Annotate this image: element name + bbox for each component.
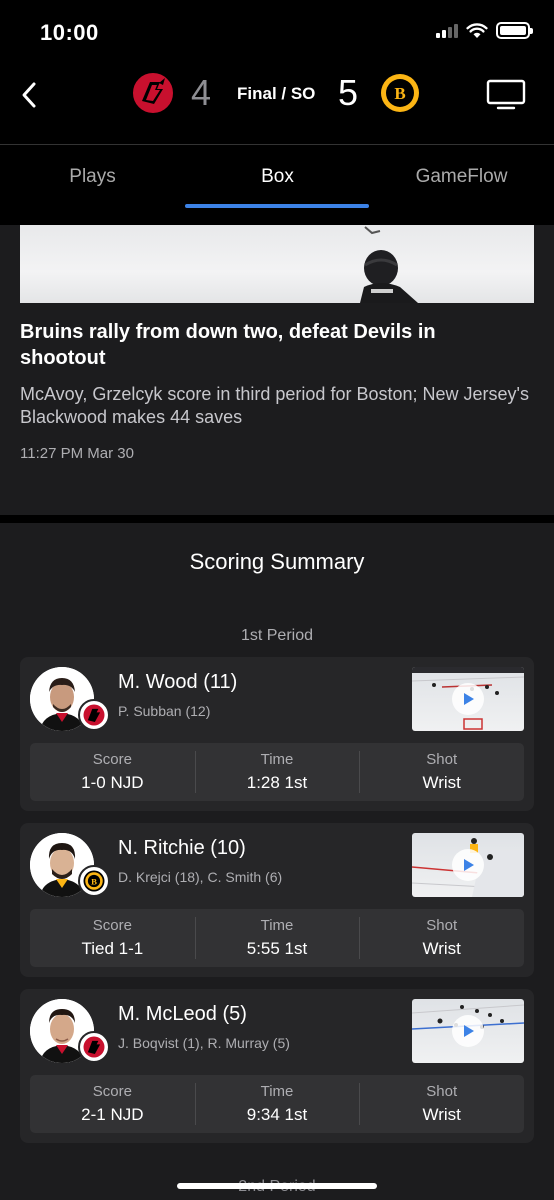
devils-badge-icon — [78, 699, 110, 731]
devils-logo[interactable] — [130, 70, 176, 116]
stat-label: Score — [92, 1083, 132, 1100]
home-indicator[interactable] — [177, 1183, 377, 1189]
battery-icon — [496, 22, 533, 39]
chevron-left-icon — [22, 82, 36, 108]
goal-card[interactable]: B N. Ritchie (10) D. Krejci (18), C. Smi… — [20, 823, 534, 977]
svg-text:B: B — [394, 84, 405, 103]
stat-label: Shot — [426, 917, 458, 934]
status-bar: 10:00 — [0, 0, 554, 64]
stat-score: Score Tied 1-1 — [30, 909, 195, 967]
article-title: Bruins rally from down two, defeat Devil… — [20, 321, 436, 369]
goal-video-thumbnail[interactable] — [412, 999, 524, 1063]
away-score: 4 — [191, 72, 212, 113]
stat-shot: Shot Wrist — [359, 909, 524, 967]
assists: D. Krejci (18), C. Smith (6) — [118, 869, 283, 885]
bruins-badge-icon: B — [78, 865, 110, 897]
tab-bar: Plays Box GameFlow — [0, 145, 554, 225]
svg-text:B: B — [91, 877, 97, 887]
game-status: Final / SO — [237, 84, 316, 103]
goal-stats: Score 2-1 NJD Time 9:34 1st Shot Wrist — [30, 1075, 524, 1133]
stat-label: Score — [92, 917, 132, 934]
assists: J. Boqvist (1), R. Murray (5) — [118, 1035, 290, 1051]
stat-label: Shot — [426, 751, 458, 768]
play-button[interactable] — [452, 1015, 484, 1047]
tab-box[interactable]: Box — [185, 145, 370, 225]
stat-time: Time 1:28 1st — [194, 743, 360, 801]
goal-video-thumbnail[interactable] — [412, 667, 524, 731]
active-tab-indicator — [185, 204, 369, 208]
assists: P. Subban (12) — [118, 703, 211, 719]
goal-stats: Score 1-0 NJD Time 1:28 1st Shot Wrist — [30, 743, 524, 801]
stat-value: Wrist — [422, 1105, 461, 1124]
play-icon — [464, 859, 474, 871]
play-icon — [464, 1025, 474, 1037]
devils-badge-icon — [78, 1031, 110, 1063]
tab-gameflow[interactable]: GameFlow — [369, 145, 554, 225]
stat-value: Wrist — [422, 939, 461, 958]
wifi-icon — [466, 22, 488, 38]
recap-article[interactable]: Bruins rally from down two, defeat Devil… — [0, 225, 554, 515]
scoring-summary: Scoring Summary 1st Period M. Wood (11) … — [0, 523, 554, 1200]
period-label: 1st Period — [240, 627, 314, 644]
stat-value: Tied 1-1 — [81, 939, 144, 958]
stat-shot: Shot Wrist — [359, 1075, 524, 1133]
play-button[interactable] — [452, 683, 484, 715]
play-button[interactable] — [452, 849, 484, 881]
article-timestamp: 11:27 PM Mar 30 — [20, 445, 134, 462]
stat-shot: Shot Wrist — [359, 743, 524, 801]
stat-label: Score — [92, 751, 132, 768]
stat-value: 9:34 1st — [246, 1105, 308, 1124]
stat-label: Time — [260, 917, 294, 934]
stat-score: Score 2-1 NJD — [30, 1075, 195, 1133]
scorer-name: M. Wood (11) — [118, 671, 238, 693]
stat-label: Time — [260, 751, 294, 768]
stat-score: Score 1-0 NJD — [30, 743, 195, 801]
stat-time: Time 9:34 1st — [194, 1075, 360, 1133]
stat-value: 1:28 1st — [246, 773, 308, 792]
home-score: 5 — [338, 72, 359, 113]
play-icon — [464, 693, 474, 705]
scorer-name: M. McLeod (5) — [118, 1003, 247, 1025]
stat-value: 2-1 NJD — [81, 1105, 144, 1124]
cellular-signal-icon — [436, 23, 458, 38]
stat-label: Shot — [426, 1083, 458, 1100]
stat-time: Time 5:55 1st — [194, 909, 360, 967]
goal-card[interactable]: M. Wood (11) P. Subban (12) Score 1-0 NJ… — [20, 657, 534, 811]
tab-plays[interactable]: Plays — [0, 145, 185, 225]
stat-value: 5:55 1st — [246, 939, 308, 958]
section-title: Scoring Summary — [189, 549, 365, 574]
goal-stats: Score Tied 1-1 Time 5:55 1st Shot Wrist — [30, 909, 524, 967]
scorer-name: N. Ritchie (10) — [118, 837, 246, 859]
game-header: 4 Final / SO 5 B — [0, 64, 554, 144]
status-time: 10:00 — [40, 20, 99, 45]
bruins-logo[interactable]: B — [377, 70, 423, 116]
stat-value: Wrist — [422, 773, 461, 792]
back-button[interactable] — [12, 78, 46, 112]
goal-video-thumbnail[interactable] — [412, 833, 524, 897]
status-icons — [436, 22, 533, 39]
tv-icon[interactable] — [486, 78, 526, 110]
goal-card[interactable]: M. McLeod (5) J. Boqvist (1), R. Murray … — [20, 989, 534, 1143]
rink-photo — [360, 226, 418, 303]
stat-value: 1-0 NJD — [81, 773, 144, 792]
article-summary: McAvoy, Grzelcyk score in third period f… — [20, 384, 529, 427]
article-image[interactable] — [20, 225, 534, 303]
stat-label: Time — [260, 1083, 294, 1100]
